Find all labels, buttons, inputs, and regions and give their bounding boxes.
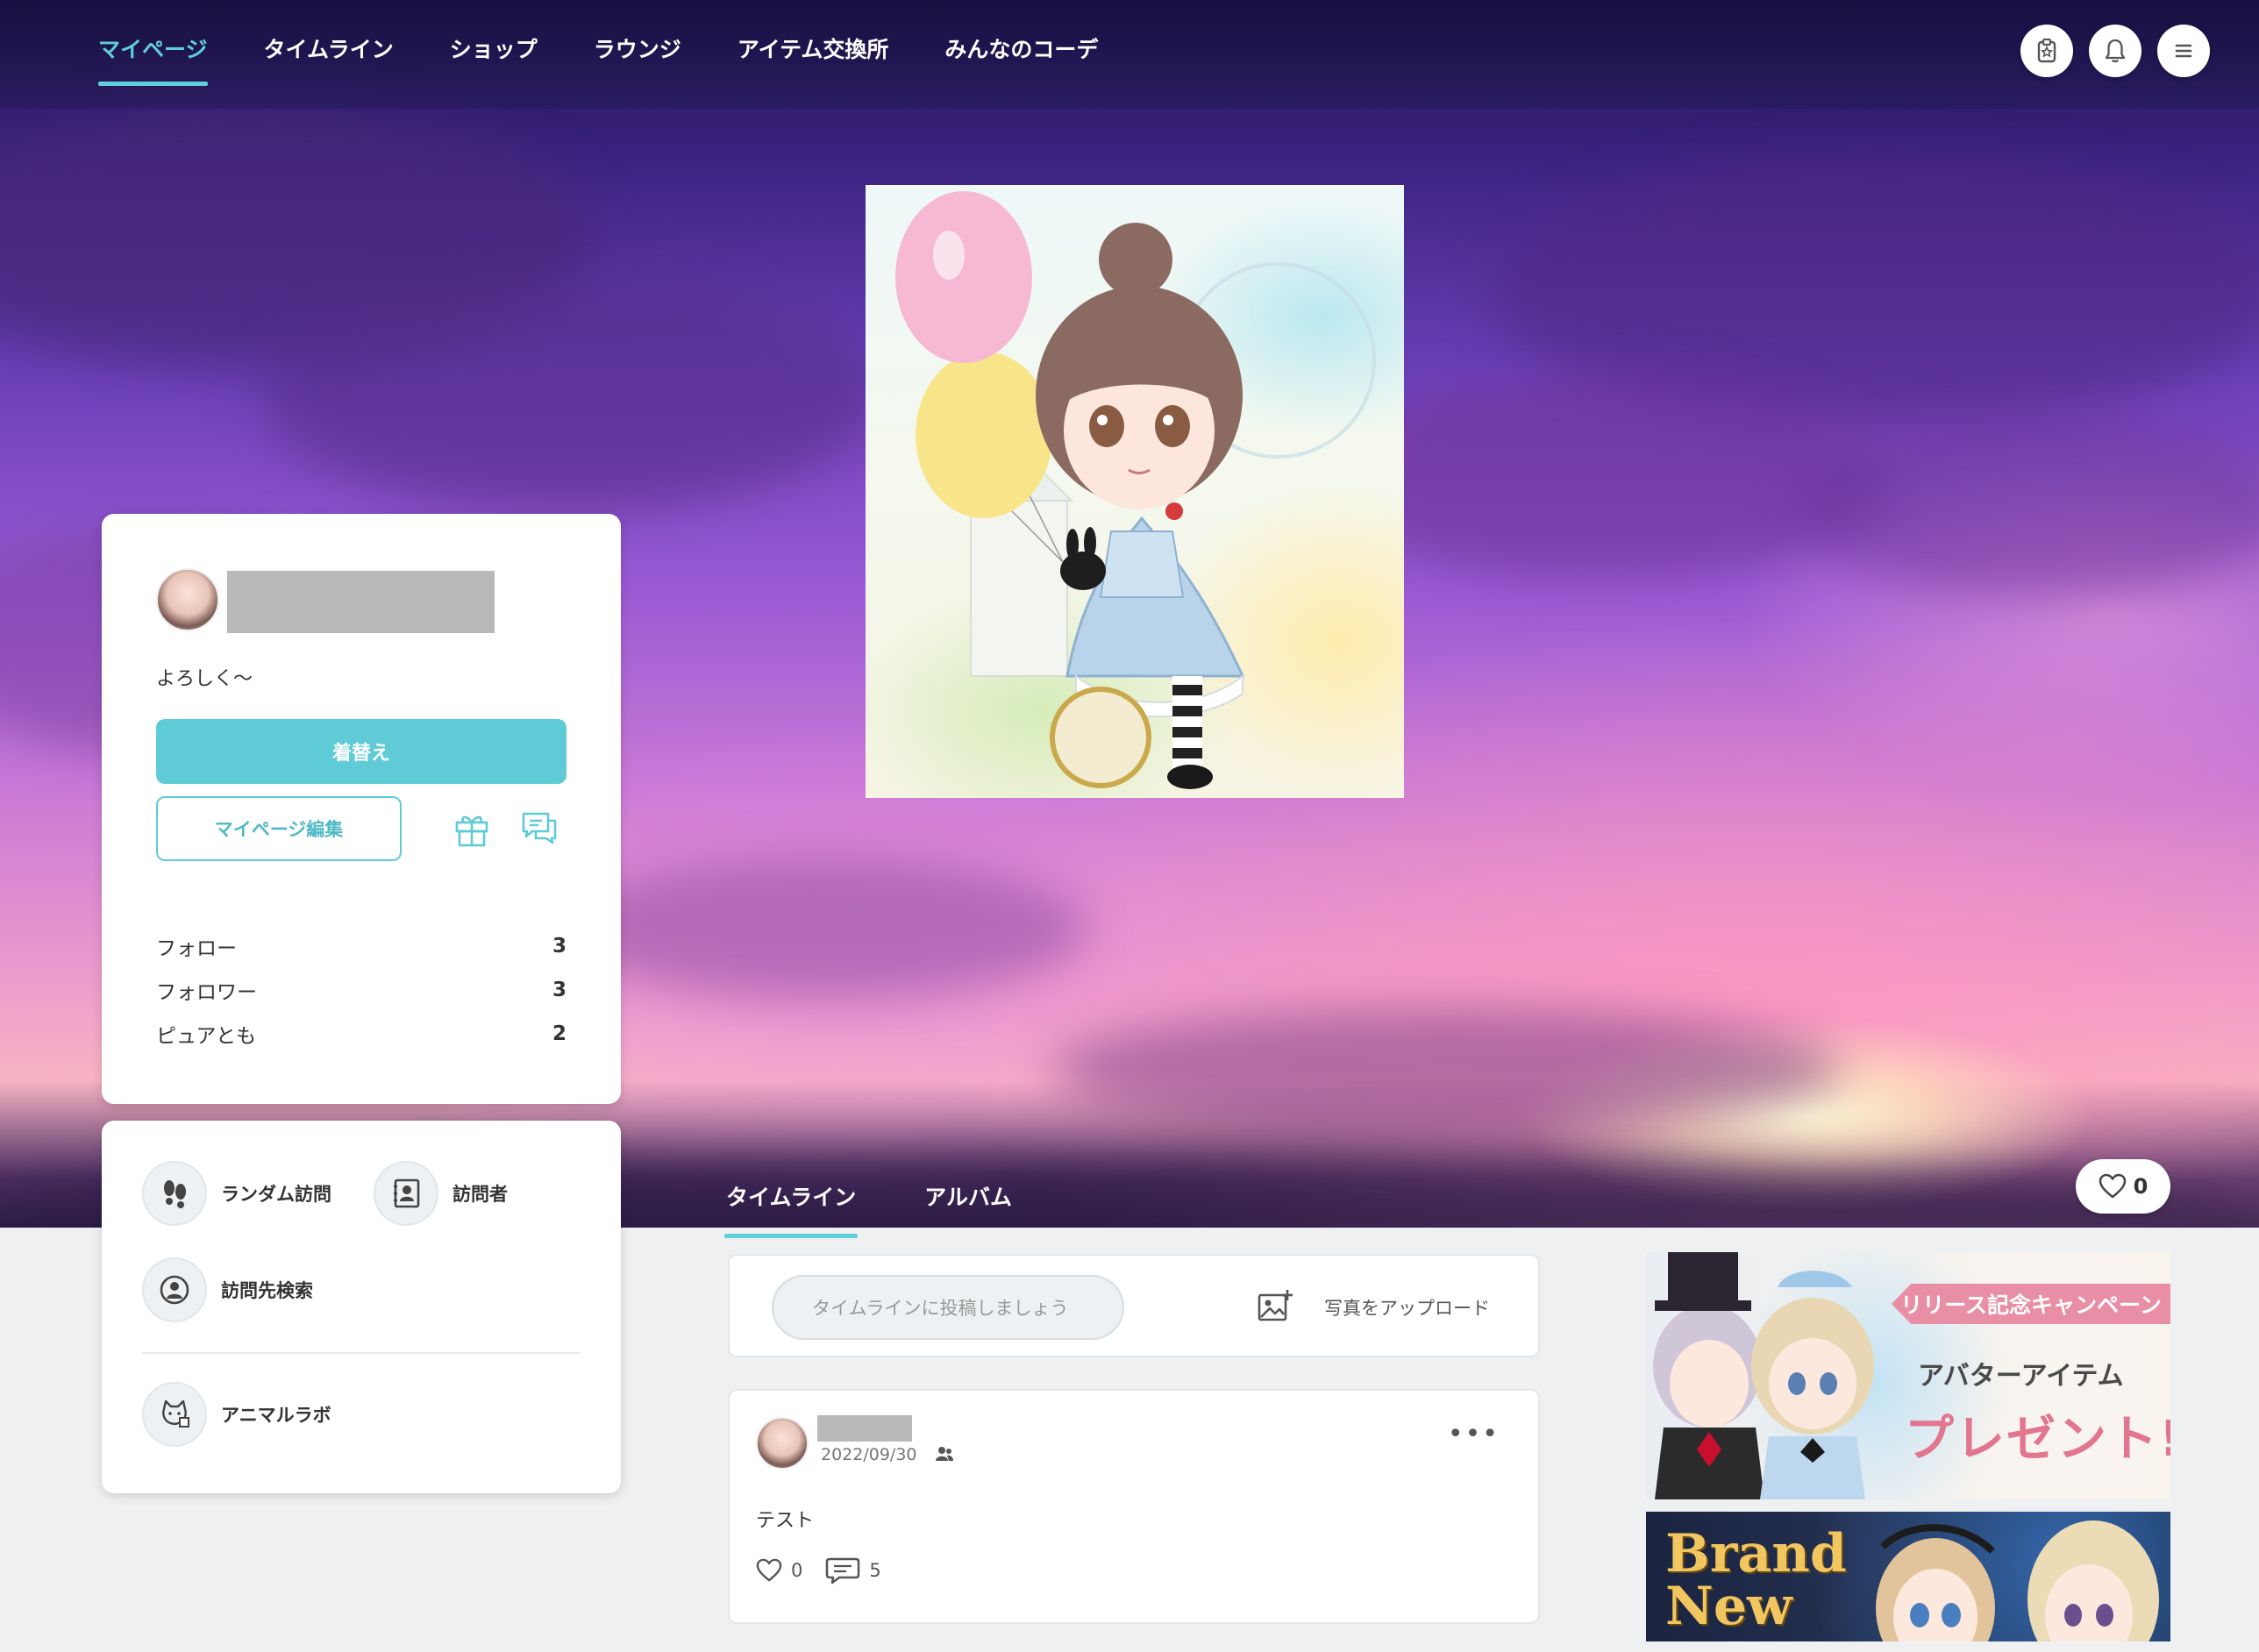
tab-album[interactable]: アルバム <box>924 1175 1012 1228</box>
post-date-text: 2022/09/30 <box>821 1445 917 1464</box>
followers-visibility-icon <box>935 1447 953 1461</box>
stat-value: 3 <box>552 935 567 958</box>
stat-pure-friends[interactable]: ピュアとも 2 <box>156 1012 567 1056</box>
post-comment-count: 5 <box>869 1560 881 1581</box>
animal-lab-label: アニマルラボ <box>221 1405 331 1426</box>
top-navigation: マイページ タイムライン ショップ ラウンジ アイテム交換所 みんなのコーデ <box>0 0 2259 109</box>
random-visit-link[interactable]: ランダム訪問 <box>142 1161 331 1226</box>
follow-stats: フォロー 3 フォロワー 3 ピュアとも 2 <box>156 924 567 1056</box>
avatar-illustration <box>895 191 1376 789</box>
profile-avatar[interactable] <box>156 568 219 631</box>
quick-links-card: ランダム訪問 訪問者 訪問先検索 アニマルラボ <box>102 1121 621 1493</box>
post-date: 2022/09/30 <box>821 1445 954 1464</box>
post-comment-button[interactable]: 5 <box>825 1556 881 1585</box>
stat-label: フォロワー <box>156 981 257 1004</box>
heart-icon <box>756 1558 782 1582</box>
gift-button[interactable] <box>447 803 496 852</box>
message-button[interactable] <box>515 803 564 852</box>
menu-icon <box>2175 44 2192 58</box>
random-visit-label: ランダム訪問 <box>221 1184 331 1205</box>
post-like-button[interactable]: 0 <box>756 1558 802 1583</box>
tab-timeline[interactable]: タイムライン <box>723 1175 859 1238</box>
profile-bio: よろしく～ <box>156 668 253 690</box>
nav-tab-shop[interactable]: ショップ <box>422 0 566 96</box>
brand-new-banner[interactable]: Brand New <box>1646 1512 2170 1641</box>
menu-button[interactable] <box>2157 25 2210 77</box>
mypage-like-button[interactable]: 0 <box>2076 1159 2170 1214</box>
animal-lab-link[interactable]: アニマルラボ <box>142 1382 331 1447</box>
nav-tab-everyone-coordinates[interactable]: みんなのコーデ <box>916 0 1126 96</box>
post-more-menu[interactable]: ••• <box>1448 1419 1500 1449</box>
stat-followers[interactable]: フォロワー 3 <box>156 968 567 1012</box>
nav-tab-timeline[interactable]: タイムライン <box>236 0 422 96</box>
post-body: テスト <box>756 1510 815 1532</box>
image-upload-icon <box>1258 1290 1293 1321</box>
upload-photo-button[interactable]: 写真をアップロード <box>1256 1275 1490 1340</box>
campaign-characters-illustration <box>1653 1252 1874 1499</box>
post-actions: 0 5 <box>756 1556 892 1585</box>
timeline-tabs: タイムライン アルバム <box>723 1175 1080 1238</box>
nav-tab-lounge[interactable]: ラウンジ <box>566 0 709 96</box>
footprints-icon <box>142 1161 207 1226</box>
user-search-icon <box>142 1257 207 1322</box>
search-visit-label: 訪問先検索 <box>221 1280 313 1301</box>
visitors-link[interactable]: 訪問者 <box>374 1161 508 1226</box>
bell-icon <box>2105 39 2126 63</box>
campaign-subtitle: アバターアイテム <box>1918 1361 2124 1392</box>
comment-icon <box>826 1557 860 1584</box>
post-composer: タイムラインに投稿しましょう 写真をアップロード <box>728 1254 1540 1357</box>
clipboard-button[interactable] <box>2020 25 2073 77</box>
nav-tab-mypage[interactable]: マイページ <box>98 0 236 96</box>
release-campaign-banner[interactable]: リリース記念キャンペーン アバターアイテム プレゼント! <box>1646 1252 2170 1499</box>
notifications-button[interactable] <box>2089 25 2141 77</box>
brand-new-line1: Brand <box>1665 1523 1847 1584</box>
search-visit-link[interactable]: 訪問先検索 <box>142 1257 313 1322</box>
post-author-name-redacted <box>817 1415 912 1442</box>
profile-card: よろしく～ 着替え マイページ編集 フォロー 3 フォロワー 3 ピュアとも 2 <box>102 514 621 1104</box>
campaign-tag: リリース記念キャンペーン <box>1892 1284 2170 1324</box>
stat-follow[interactable]: フォロー 3 <box>156 924 567 968</box>
links-divider <box>142 1352 581 1354</box>
stat-value: 3 <box>552 979 567 1001</box>
nav-tab-item-exchange[interactable]: アイテム交換所 <box>709 0 917 96</box>
avatar-display[interactable] <box>866 185 1404 798</box>
visitor-book-icon <box>374 1161 438 1226</box>
post-author-avatar[interactable] <box>756 1417 809 1470</box>
cat-icon <box>142 1382 207 1447</box>
chat-bubbles-icon <box>522 812 557 844</box>
dress-up-button[interactable]: 着替え <box>156 719 567 784</box>
timeline-post-input[interactable]: タイムラインに投稿しましょう <box>772 1275 1124 1340</box>
nav-icon-group <box>2020 25 2210 77</box>
like-count: 0 <box>2133 1174 2149 1199</box>
heart-icon <box>2099 1173 2126 1199</box>
post-like-count: 0 <box>791 1560 803 1581</box>
brand-new-text: Brand New <box>1665 1527 1847 1633</box>
brand-new-line2: New <box>1665 1576 1792 1637</box>
username-redacted <box>227 571 495 633</box>
nav-tabs: マイページ タイムライン ショップ ラウンジ アイテム交換所 みんなのコーデ <box>98 0 1126 109</box>
clipboard-icon <box>2037 38 2056 63</box>
gift-icon <box>455 815 488 847</box>
upload-photo-label: 写真をアップロード <box>1324 1298 1490 1319</box>
stat-label: フォロー <box>156 937 237 960</box>
timeline-post: 2022/09/30 ••• テスト 0 5 <box>728 1389 1540 1624</box>
visitors-label: 訪問者 <box>453 1184 508 1205</box>
stat-value: 2 <box>552 1022 567 1045</box>
campaign-title: プレゼント! <box>1905 1411 2170 1468</box>
stat-label: ピュアとも <box>156 1025 257 1048</box>
edit-mypage-button[interactable]: マイページ編集 <box>156 796 402 861</box>
